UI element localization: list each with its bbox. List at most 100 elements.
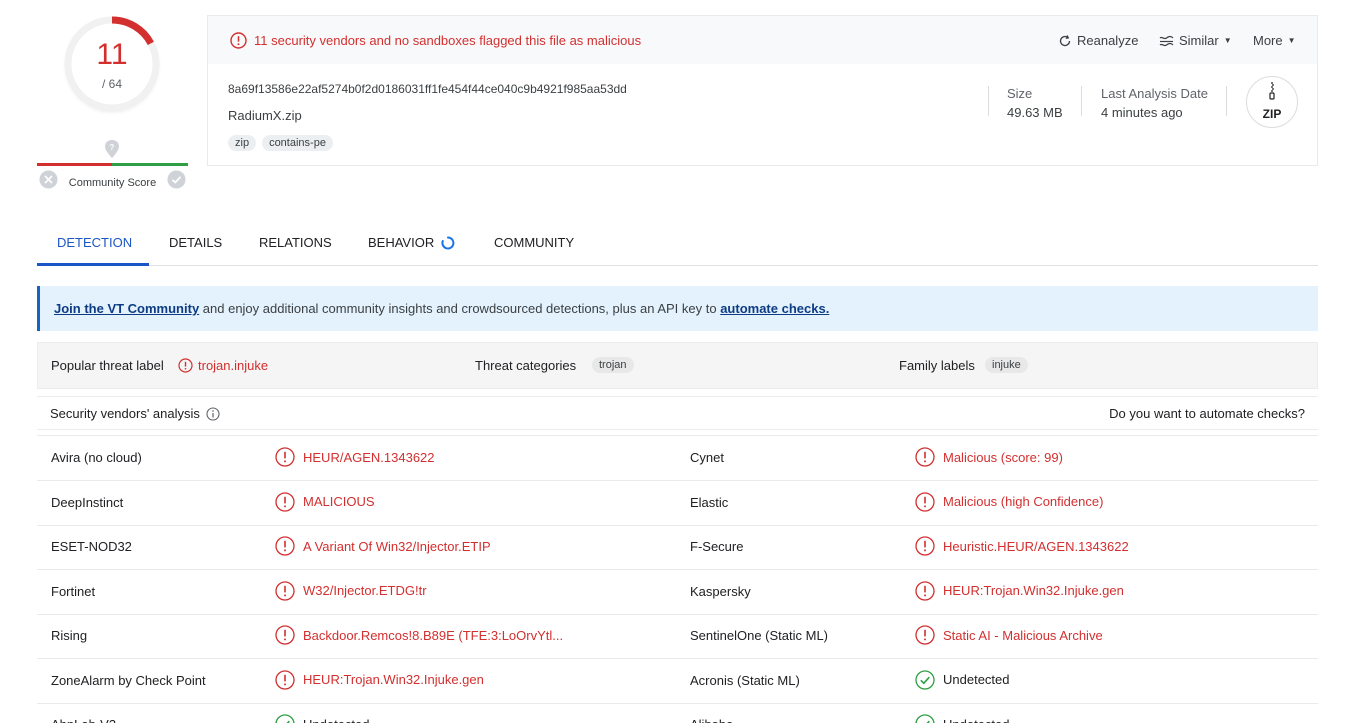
tab-community[interactable]: COMMUNITY	[494, 235, 574, 250]
family-label-tag[interactable]: injuke	[985, 357, 1028, 373]
vendor-result-text: Malicious (score: 99)	[943, 449, 1063, 465]
alert-circle-icon	[915, 447, 935, 467]
alert-circle-icon	[275, 580, 295, 601]
vendor-name: Rising	[51, 628, 88, 643]
alert-circle-icon	[275, 491, 295, 512]
vendor-name: DeepInstinct	[51, 494, 124, 510]
popular-threat-value[interactable]: trojan.injuke	[178, 358, 268, 373]
vendor-name: Avira (no cloud)	[51, 450, 142, 465]
popular-threat-text: trojan.injuke	[198, 358, 269, 373]
vendors-header: Security vendors' analysis Do you want t…	[37, 396, 1318, 430]
threat-category-tag[interactable]: trojan	[592, 357, 634, 373]
tab-relations[interactable]: RELATIONS	[259, 235, 332, 250]
threat-labels-row: Popular threat label trojan.injuke Threa…	[37, 342, 1318, 389]
chevron-down-icon: ▼	[1287, 36, 1296, 45]
divider	[988, 86, 989, 116]
last-analysis-label: Last Analysis Date	[1101, 86, 1208, 101]
vendor-result: Static AI - Malicious Archive	[915, 625, 1103, 645]
table-row: ZoneAlarm by Check Point HEUR:Trojan.Win3…	[37, 659, 1318, 704]
community-banner: Join the VT Community and enjoy addition…	[37, 286, 1318, 331]
refresh-icon	[1059, 34, 1071, 46]
automate-checks-link[interactable]: automate checks.	[720, 301, 829, 316]
vendor-result-text: Undetected	[303, 717, 370, 723]
alert-circle-icon	[275, 447, 295, 467]
last-analysis-value: 4 minutes ago	[1101, 105, 1183, 120]
vendor-results-table: Avira (no cloud) HEUR/AGEN.1343622 Cynet Ma…	[37, 435, 1318, 723]
alert-circle-icon	[230, 32, 247, 52]
banner-text: Join the VT Community and enjoy addition…	[54, 301, 829, 316]
tab-details[interactable]: DETAILS	[169, 235, 222, 250]
similar-icon	[1159, 35, 1174, 46]
alert-circle-icon	[275, 669, 295, 690]
loading-spinner-icon	[441, 236, 455, 250]
vendor-result-text: Undetected	[943, 717, 1010, 723]
vendor-result-text: HEUR:Trojan.Win32.Injuke.gen	[943, 583, 1124, 598]
community-score-bar	[37, 163, 188, 166]
divider	[1226, 86, 1227, 116]
more-dropdown[interactable]: More ▼	[1253, 33, 1296, 48]
info-icon[interactable]	[206, 406, 220, 421]
vendors-title: Security vendors' analysis	[50, 406, 220, 421]
vendor-result-text: HEUR:Trojan.Win32.Injuke.gen	[303, 672, 484, 687]
alert-circle-icon	[915, 625, 935, 645]
vendor-name: F-Secure	[690, 539, 744, 554]
alert-circle-icon	[275, 536, 295, 556]
vendor-name: ESET-NOD32	[51, 539, 132, 554]
vendor-name: Cynet	[690, 450, 724, 465]
join-community-link[interactable]: Join the VT Community	[54, 301, 199, 316]
tab-behavior[interactable]: BEHAVIOR	[368, 235, 434, 250]
zip-file-icon: ZIP	[1246, 76, 1298, 128]
active-tab-indicator	[37, 263, 149, 266]
file-type-label: ZIP	[1262, 107, 1282, 121]
vendor-name: ZoneAlarm by Check Point	[51, 672, 206, 688]
table-row: Avira (no cloud) HEUR/AGEN.1343622 Cynet Ma…	[37, 436, 1318, 481]
file-tag[interactable]: contains-pe	[262, 135, 333, 151]
size-value: 49.63 MB	[1007, 105, 1063, 120]
vendor-result: Malicious (high Confidence)	[915, 491, 1104, 512]
check-circle-icon	[915, 714, 935, 723]
vendor-result-text: MALICIOUS	[303, 494, 375, 509]
similar-label: Similar	[1179, 33, 1219, 48]
vendor-name: AhnLab-V3	[51, 717, 116, 723]
vendor-result: W32/Injector.ETDG!tr	[275, 580, 427, 601]
vendor-name: Elastic	[690, 494, 729, 510]
vendor-result-text: HEUR/AGEN.1343622	[303, 449, 435, 465]
detection-total: / 64	[101, 77, 122, 91]
vendor-result-text: Static AI - Malicious Archive	[943, 627, 1103, 643]
alert-circle-icon	[275, 625, 295, 645]
check-circle-icon	[915, 669, 935, 690]
detection-alert-text: 11 security vendors and no sandboxes fla…	[254, 33, 642, 48]
vendor-result-text: Backdoor.Remcos!8.B89E (TFE:3:LoOrvYtl..…	[303, 627, 564, 643]
automate-checks-prompt[interactable]: Do you want to automate checks?	[1109, 406, 1305, 421]
vendor-result: MALICIOUS	[275, 491, 375, 512]
banner-message: and enjoy additional community insights …	[199, 301, 721, 316]
chevron-down-icon: ▼	[1223, 36, 1232, 45]
vendor-result-text: W32/Injector.ETDG!tr	[303, 583, 427, 598]
vendor-name: Fortinet	[51, 583, 96, 599]
reanalyze-button[interactable]: Reanalyze	[1058, 33, 1138, 48]
file-summary-card: 11 security vendors and no sandboxes fla…	[207, 15, 1318, 166]
vendor-name: Acronis (Static ML)	[690, 672, 800, 688]
alert-bar: 11 security vendors and no sandboxes fla…	[208, 16, 1317, 64]
check-circle-icon	[275, 714, 295, 723]
vendor-result-text: Malicious (high Confidence)	[943, 494, 1104, 509]
file-hash[interactable]: 8a69f13586e22af5274b0f2d0186031ff1fe454f…	[228, 82, 627, 96]
vendor-result: Heuristic.HEUR/AGEN.1343622	[915, 536, 1129, 556]
divider	[1081, 86, 1082, 116]
vendor-name: Alibaba	[690, 717, 733, 723]
size-label: Size	[1007, 86, 1033, 101]
detection-count: 11	[96, 38, 128, 71]
similar-dropdown[interactable]: Similar ▼	[1159, 33, 1232, 48]
tab-detection[interactable]: DETECTION	[57, 235, 132, 250]
community-score-label: Community Score	[68, 177, 157, 189]
detection-score-gauge: 11 / 64	[62, 14, 162, 114]
alert-circle-icon	[178, 358, 193, 373]
file-tag[interactable]: zip	[228, 135, 257, 151]
vendor-result: HEUR:Trojan.Win32.Injuke.gen	[915, 580, 1124, 601]
vendor-result-text: Heuristic.HEUR/AGEN.1343622	[943, 538, 1129, 554]
vendor-result: HEUR/AGEN.1343622	[275, 447, 435, 467]
vendor-result: HEUR:Trojan.Win32.Injuke.gen	[275, 669, 484, 690]
vendor-name: Kaspersky	[690, 583, 751, 599]
reanalyze-label: Reanalyze	[1077, 33, 1139, 48]
family-labels-label: Family labels	[899, 358, 975, 373]
